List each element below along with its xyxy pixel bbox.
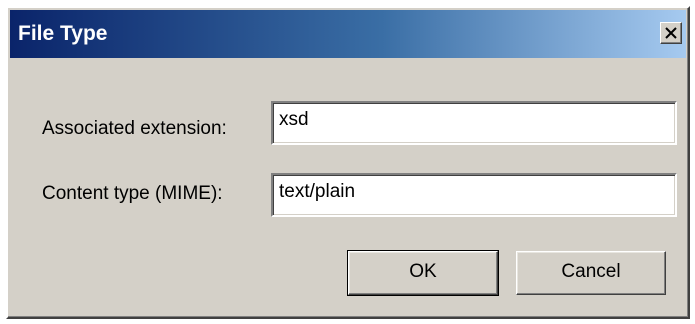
file-type-dialog: File Type Associated extension: Content …: [6, 6, 690, 319]
extension-input[interactable]: [271, 101, 677, 145]
cancel-button[interactable]: Cancel: [516, 251, 666, 295]
title-bar[interactable]: File Type: [10, 10, 686, 58]
extension-label: Associated extension:: [42, 118, 227, 139]
close-icon: [665, 27, 677, 39]
mime-input[interactable]: [271, 173, 677, 217]
close-button[interactable]: [660, 22, 682, 44]
ok-button[interactable]: OK: [347, 250, 499, 296]
dialog-title: File Type: [18, 22, 108, 45]
mime-label: Content type (MIME):: [42, 183, 223, 204]
